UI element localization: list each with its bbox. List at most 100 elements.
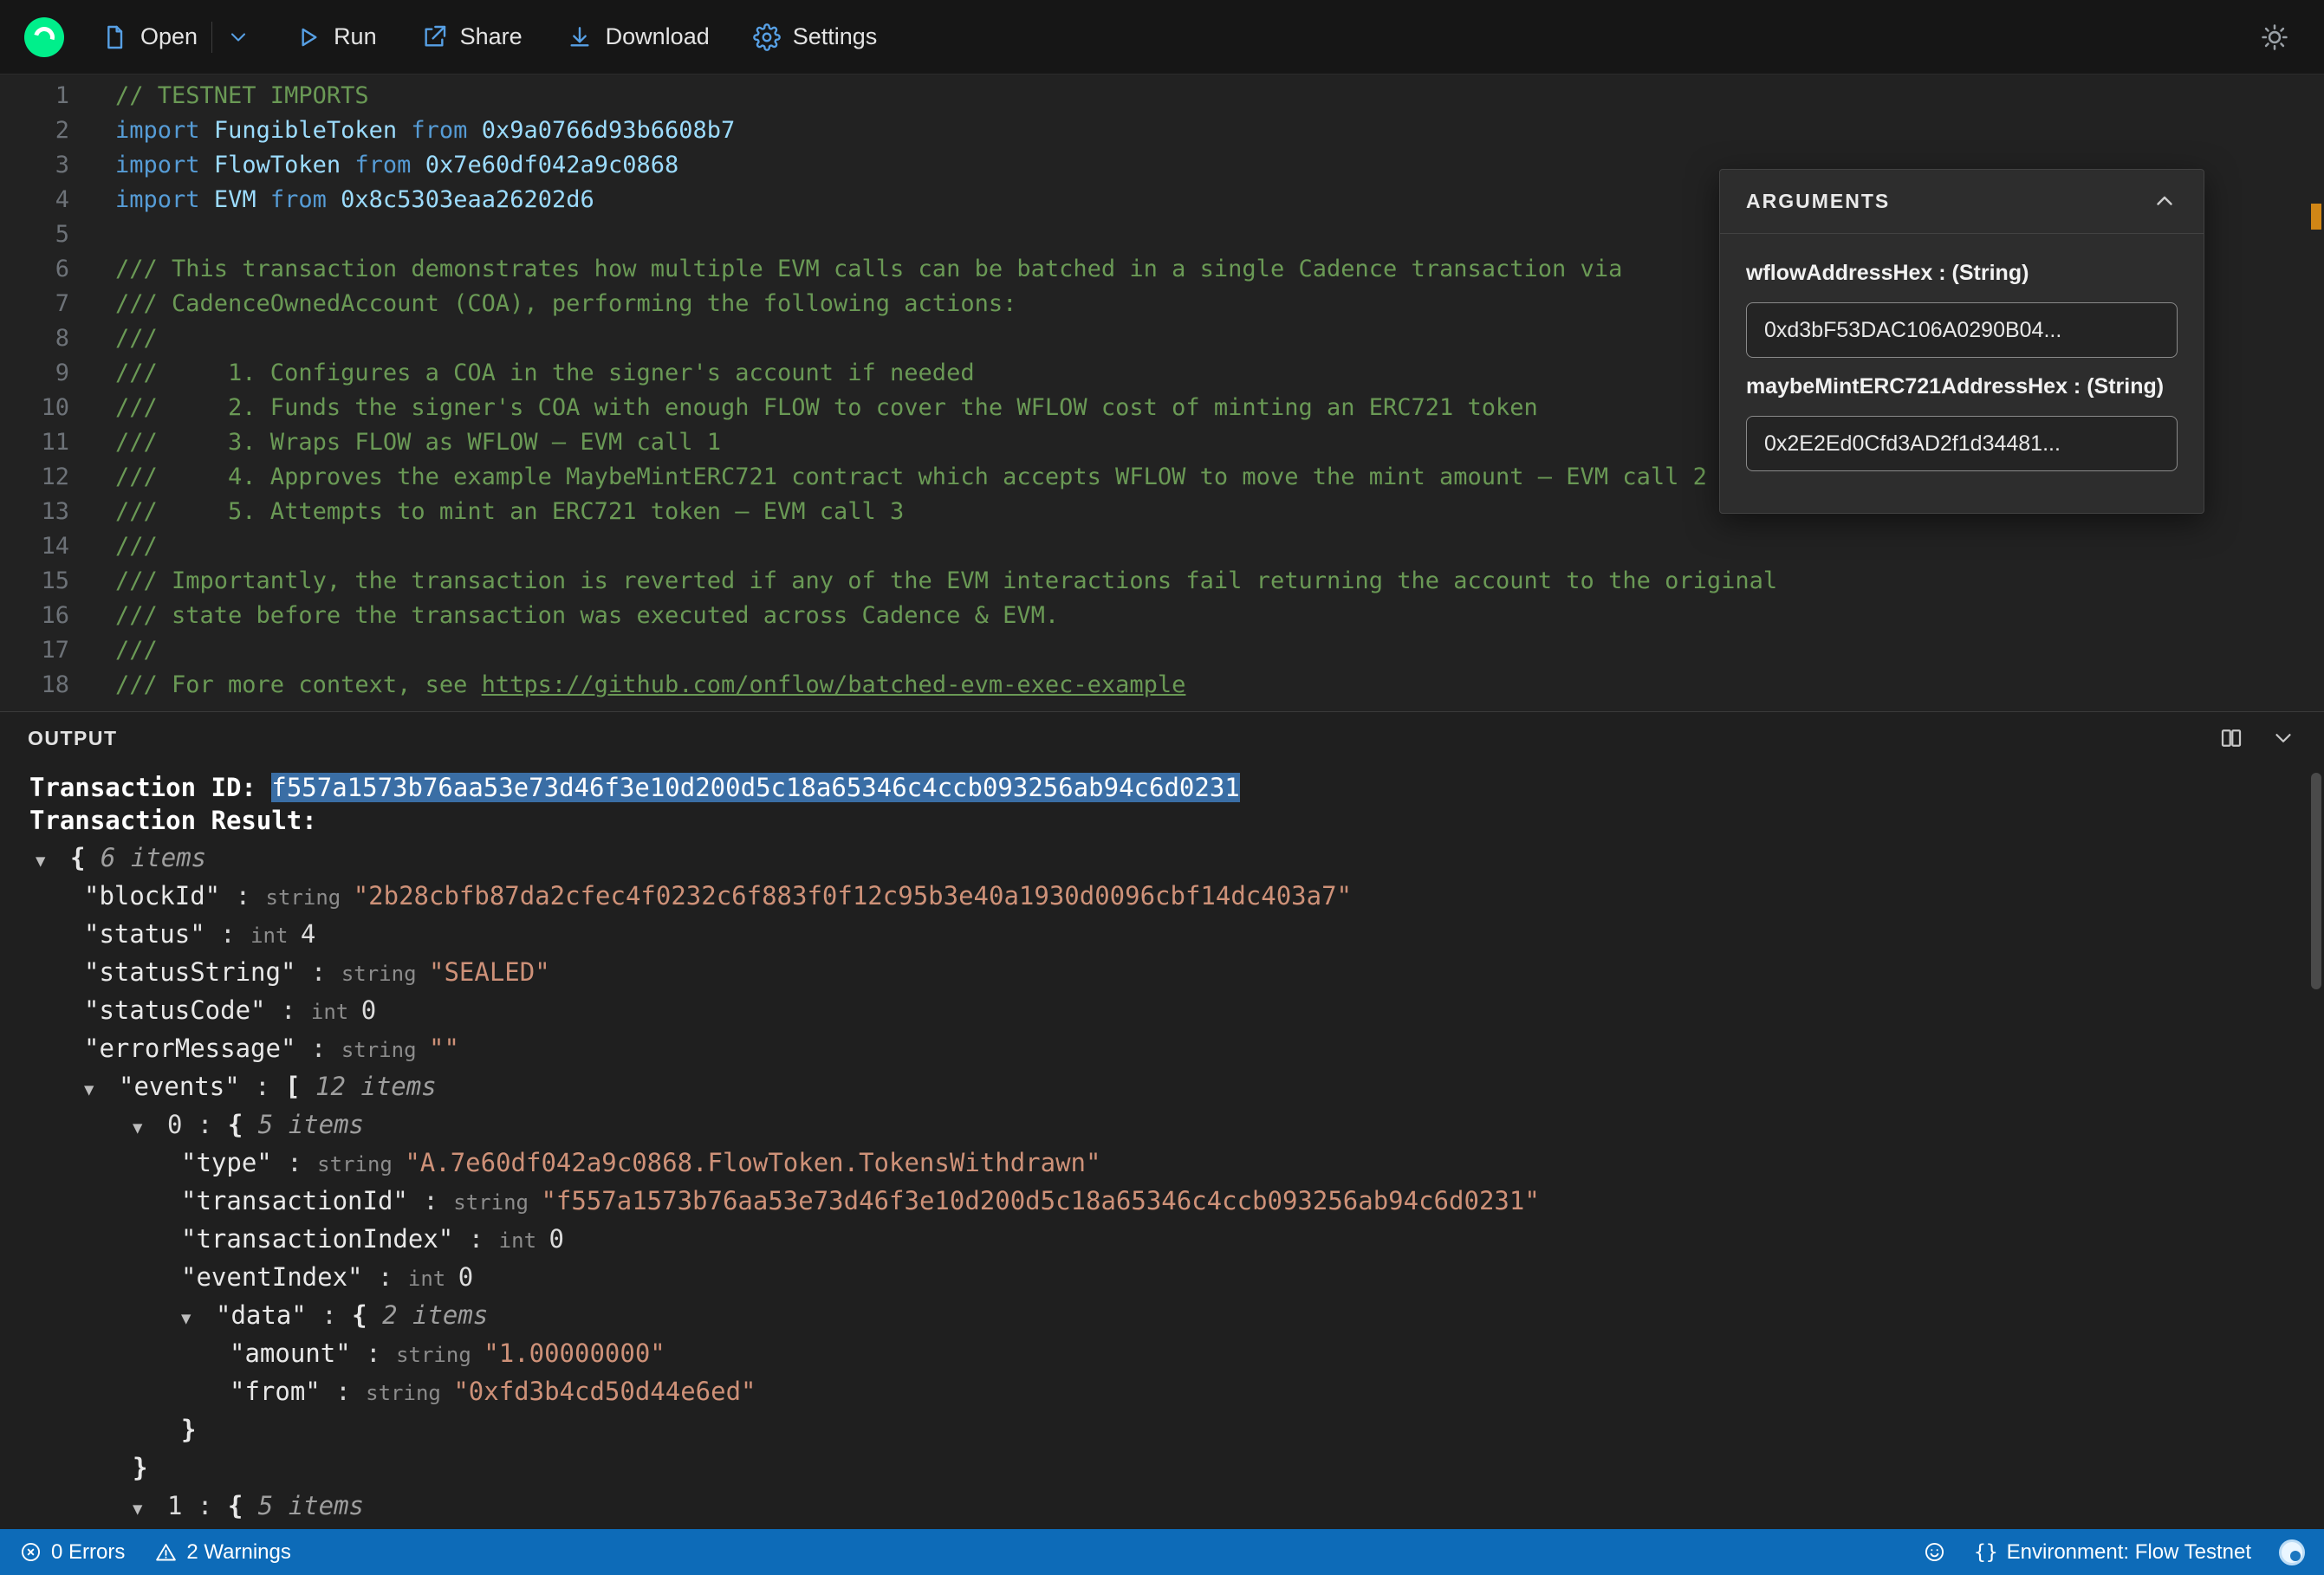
code-link[interactable]: https://github.com/onflow/batched-evm-ex… (482, 671, 1186, 698)
code-line: /// 1. Configures a COA in the signer's … (115, 356, 1777, 391)
theme-toggle-button[interactable] (2249, 14, 2300, 61)
tree-token: "statusCode" (84, 995, 266, 1025)
tree-token: "status" (84, 919, 205, 949)
tree-token: "f557a1573b76aa53e73d46f3e10d200d5c18a65… (541, 1186, 1540, 1215)
code-line: /// For more context, see https://github… (115, 668, 1777, 703)
line-number: 13 (41, 498, 69, 525)
expand-arrow-icon[interactable]: ▼ (181, 1300, 216, 1338)
code-token: /// For more context, see (115, 671, 482, 698)
tree-token: string (341, 1038, 429, 1062)
settings-label: Settings (792, 23, 878, 49)
settings-button[interactable]: Settings (743, 15, 888, 60)
tree-token: "1.00000000" (484, 1338, 665, 1368)
output-scrollbar[interactable] (2311, 773, 2321, 989)
tree-token: "transactionId" (181, 1186, 408, 1215)
status-bar: 0 Errors 2 Warnings {} Environment: Flow… (0, 1529, 2324, 1575)
line-number: 14 (41, 533, 69, 560)
code-token: /// 1. Configures a COA in the signer's … (115, 360, 975, 386)
tree-token: 0 (360, 995, 377, 1025)
code-token: /// (115, 325, 158, 352)
tree-token: "type" (181, 1148, 272, 1177)
argument-input[interactable] (1746, 302, 2178, 358)
result-tree: ▼{ 6 items "blockId" : string "2b28cbfb87… (0, 839, 2324, 1525)
output-panel: OUTPUT Transaction ID: f557a1573b76aa53e… (0, 711, 2324, 1529)
tree-row: ▼ "events" : [ 12 items (0, 1067, 2324, 1105)
tree-row: "transactionIndex" : int 0 (0, 1220, 2324, 1258)
code-token: /// 3. Wraps FLOW as WFLOW — EVM call 1 (115, 429, 721, 456)
tree-token: "amount" (230, 1338, 351, 1368)
tree-token: : (453, 1224, 499, 1254)
argument-input[interactable] (1746, 416, 2178, 471)
tree-token: string (396, 1343, 484, 1367)
share-button[interactable]: Share (410, 15, 533, 60)
run-button[interactable]: Run (283, 15, 387, 60)
tree-token: : (182, 1491, 228, 1520)
line-number: 16 (41, 602, 69, 629)
split-panel-icon[interactable] (2218, 725, 2244, 751)
code-line: /// (115, 529, 1777, 564)
warnings-status[interactable]: 2 Warnings (154, 1540, 291, 1565)
transaction-id-value[interactable]: f557a1573b76aa53e73d46f3e10d200d5c18a653… (271, 773, 1240, 802)
code-line: /// 4. Approves the example MaybeMintERC… (115, 460, 1777, 495)
code-line: /// state before the transaction was exe… (115, 599, 1777, 633)
tree-token: "" (428, 1034, 459, 1063)
output-title: OUTPUT (28, 726, 118, 749)
tree-row: "from" : string "0xfd3b4cd50d44e6ed" (0, 1372, 2324, 1410)
app-window: Open Run Share Download Settings 1 2 3 4… (0, 0, 2324, 1575)
line-number: 15 (41, 567, 69, 594)
code-token: import (115, 117, 200, 144)
code-token: /// state before the transaction was exe… (115, 602, 1060, 629)
error-icon (21, 1542, 41, 1562)
tree-token: int (498, 1228, 549, 1253)
line-number: 11 (41, 429, 69, 456)
network-status-icon[interactable] (2279, 1539, 2305, 1565)
transaction-id-line: Transaction ID: f557a1573b76aa53e73d46f3… (0, 771, 2324, 804)
arguments-panel-header: ARGUMENTS (1720, 170, 2204, 234)
line-number: 5 (55, 221, 69, 248)
arguments-title: ARGUMENTS (1746, 190, 1891, 212)
tree-row: "blockId" : string "2b28cbfb87da2cfec4f0… (0, 877, 2324, 915)
tree-token: : (295, 1034, 341, 1063)
warnings-label: 2 Warnings (186, 1539, 291, 1564)
code-token: EVM (213, 186, 256, 213)
open-button[interactable]: Open (90, 15, 208, 60)
open-dropdown-button[interactable] (216, 16, 261, 58)
expand-arrow-icon[interactable]: ▼ (133, 1109, 167, 1147)
flow-logo[interactable] (24, 16, 64, 57)
feedback-smiley-icon (1925, 1542, 1944, 1562)
collapse-output-icon[interactable] (2270, 725, 2296, 751)
download-button[interactable]: Download (555, 15, 720, 60)
tree-token: "blockId" (84, 881, 221, 911)
chevron-up-icon[interactable] (2152, 189, 2178, 215)
tree-token: "SEALED" (428, 957, 550, 987)
line-number: 18 (41, 671, 69, 698)
line-number: 4 (55, 186, 69, 213)
line-number: 12 (41, 463, 69, 490)
transaction-id-label: Transaction ID: (29, 773, 272, 802)
tree-token: 2 items (382, 1300, 489, 1330)
line-number: 17 (41, 637, 69, 664)
toolbar-divider (211, 21, 213, 53)
tree-token: { (352, 1300, 383, 1330)
tree-token: 5 items (257, 1491, 364, 1520)
expand-arrow-icon[interactable]: ▼ (36, 842, 70, 880)
arguments-fields: wflowAddressHex : (String) maybeMintERC72… (1720, 234, 2204, 513)
expand-arrow-icon[interactable]: ▼ (133, 1490, 167, 1528)
tree-token: { (227, 1110, 258, 1139)
feedback-button[interactable] (1923, 1540, 1946, 1564)
code-editor[interactable]: 1 2 3 4 5 6 7 8 9 10 11 12 13 14 15 16 17 18 // TESTNET I… (0, 75, 2324, 711)
code-line: import FungibleToken from 0x9a0766d93b66… (115, 113, 1777, 148)
tree-token: 12 items (315, 1072, 437, 1101)
environment-status[interactable]: {} Environment: Flow Testnet (1974, 1540, 2251, 1565)
run-label: Run (334, 23, 377, 49)
tree-token: "0xfd3b4cd50d44e6ed" (453, 1377, 756, 1406)
expand-arrow-icon[interactable]: ▼ (84, 1071, 119, 1109)
argument-label: maybeMintERC721AddressHex : (String) (1746, 374, 2165, 399)
errors-status[interactable]: 0 Errors (19, 1540, 125, 1565)
tree-token: : (239, 1072, 286, 1101)
